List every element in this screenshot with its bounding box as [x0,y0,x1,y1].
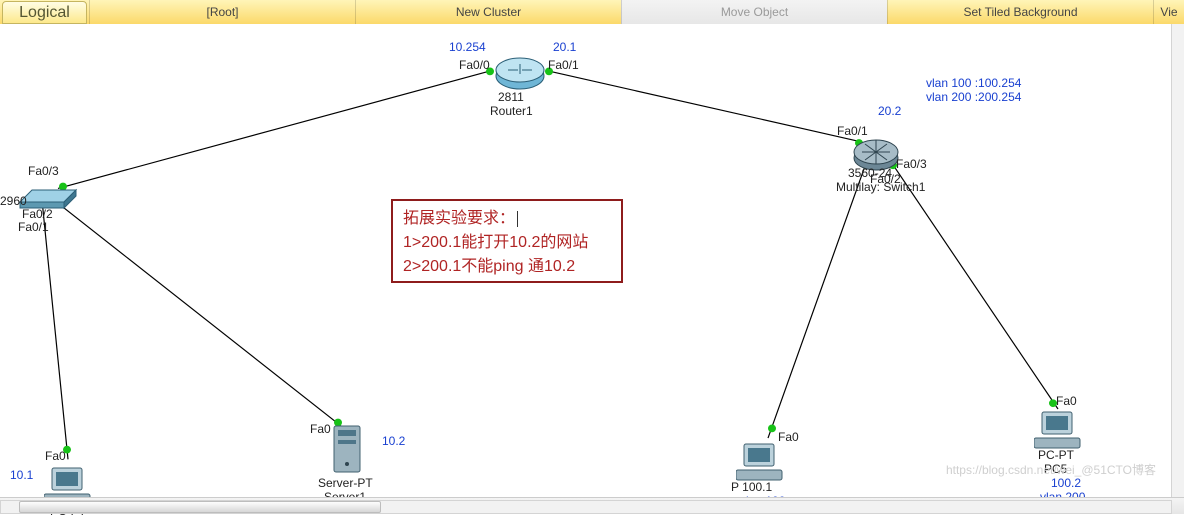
pc-vlan200-model: PC-PT [1038,448,1074,462]
router-icon [494,54,546,92]
btn-viewport[interactable]: Vie [1153,0,1184,24]
switch-right-ip: 20.2 [878,104,901,118]
tab-logical[interactable]: Logical [2,1,87,24]
top-toolbar: Logical [Root] New Cluster Move Object S… [0,0,1184,25]
switch-right-name: Multilay: Switch1 [836,180,925,194]
vlan-note-2: vlan 200 :200.254 [926,90,1021,104]
router-model: 2811 [498,90,524,104]
req-line1: 1>200.1能打开10.2的网站 [403,231,611,255]
switch-left-port-fa01: Fa0/1 [18,220,49,234]
switch-left-port-fa02: Fa0/2 [22,207,53,221]
pc-vlan100-model: P 100.1 [731,480,772,494]
pc-vlan200-ip: 100.2 [1051,476,1081,490]
device-server[interactable] [328,422,368,481]
router-port-right: Fa0/1 [548,58,579,72]
router-ip-left: 10.254 [449,40,486,54]
switch-right-port-fa03: Fa0/3 [896,157,927,171]
req-title: 拓展实验要求： [403,207,611,231]
requirements-note[interactable]: 拓展实验要求： 1>200.1能打开10.2的网站 2>200.1不能ping … [391,199,623,283]
vertical-scrollbar[interactable] [1171,24,1184,498]
pc-icon [736,442,784,484]
req-line2: 2>200.1不能ping 通10.2 [403,255,611,279]
switch-right-model: 3560-24 [848,166,892,180]
router-ip-right: 20.1 [553,40,576,54]
horizontal-scrollbar[interactable] [0,500,1172,514]
device-router1[interactable] [494,54,546,95]
horizontal-scrollbar-thumb[interactable] [19,501,381,513]
router-port-left: Fa0/0 [459,58,490,72]
btn-new-cluster[interactable]: New Cluster [355,0,621,24]
switch-left-port-fa03: Fa0/3 [28,164,59,178]
btn-move-object[interactable]: Move Object [621,0,887,24]
bottom-bar [0,497,1184,514]
server-ip: 10.2 [382,434,405,448]
server-icon [328,422,368,478]
switch-right-port-fa01: Fa0/1 [837,124,868,138]
server-model: Server-PT [318,476,373,490]
pc-vlan200-port: Fa0 [1056,394,1077,408]
pc-vlan100-port: Fa0 [778,430,799,444]
pc-icon [1034,410,1082,452]
watermark-text: https://blog.csdn.net/wei_@51CTO博客 [946,461,1156,478]
workspace-canvas[interactable]: 10.254 20.1 Fa0/0 Fa0/1 2811 Router1 Fa0… [0,24,1184,498]
pc-left-port: Fa0 [45,449,66,463]
pc-left-ip: 10.1 [10,468,33,482]
server-port: Fa0 [310,422,331,436]
router-name: Router1 [490,104,533,118]
btn-root[interactable]: [Root] [89,0,355,24]
switch-left-model: 2960 [0,194,27,208]
btn-set-background[interactable]: Set Tiled Background [887,0,1153,24]
vlan-note-1: vlan 100 :100.254 [926,76,1021,90]
